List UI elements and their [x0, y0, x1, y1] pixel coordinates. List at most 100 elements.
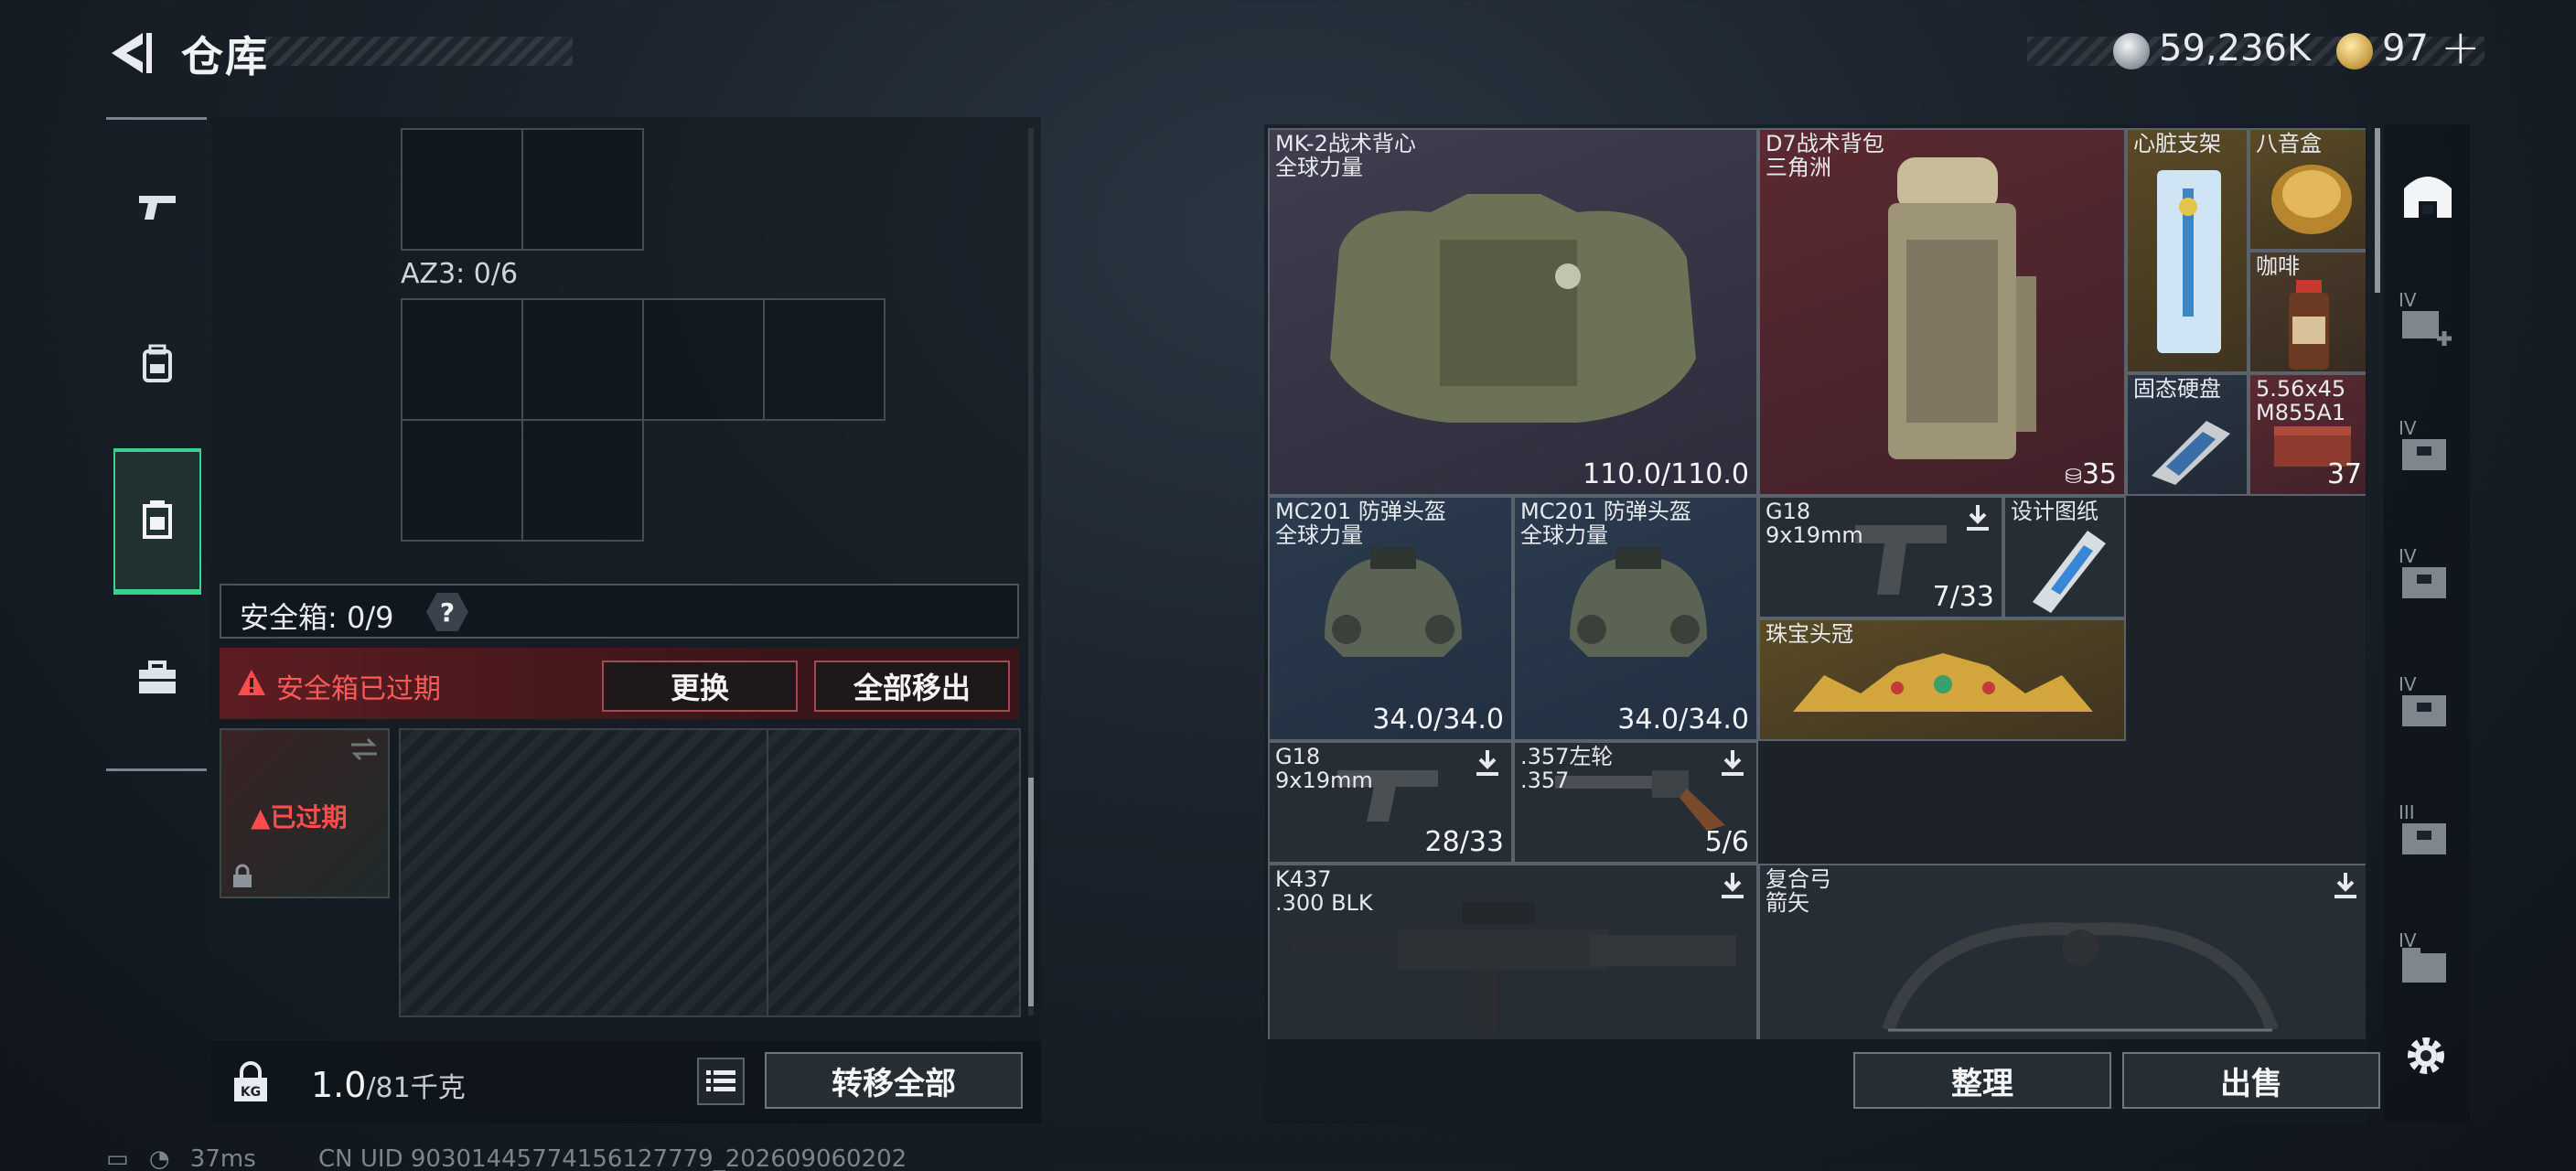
item-sub: 9x19mm: [1275, 768, 1373, 793]
storage-box-icon: [2402, 823, 2446, 854]
storage-tab-5[interactable]: III: [2395, 801, 2461, 867]
item-g18-b[interactable]: G18 9x19mm 28/33: [1268, 741, 1513, 864]
sort-button[interactable]: 整理: [1853, 1052, 2111, 1109]
item-ammo[interactable]: 5.56x45 M855A1 37: [2249, 373, 2366, 496]
storage-tab-2[interactable]: IV: [2395, 417, 2461, 483]
inventory-grid[interactable]: MK-2战术背心 全球力量 110.0/110.0 D7战术背包 三角洲 ⛁35…: [1268, 128, 2366, 1039]
item-revolver[interactable]: .357左轮 .357 5/6: [1513, 741, 1758, 864]
title-stripe: [265, 37, 573, 66]
status-bar: ▭ ◔ 37ms CN UID 903014457741561277​79_20…: [106, 1145, 907, 1171]
weight-value: 1.0: [311, 1065, 367, 1105]
silver-coin-icon: [2113, 33, 2150, 70]
item-k437[interactable]: K437 .300 BLK: [1268, 864, 1758, 1039]
helmet-image: [1325, 547, 1462, 657]
item-coffee[interactable]: 咖啡: [2249, 251, 2366, 373]
grid-cell[interactable]: [521, 298, 644, 421]
storage-tab-1[interactable]: IV: [2395, 289, 2461, 355]
item-durability: 110.0/110.0: [1583, 458, 1749, 490]
item-ammo-count: 7/33: [1932, 581, 1994, 613]
grid-cell[interactable]: [763, 298, 886, 421]
item-crown[interactable]: 珠宝头冠: [1758, 618, 2126, 741]
backpack-image: [1888, 157, 2036, 459]
download-icon[interactable]: [1718, 748, 1747, 778]
safe-box-storage[interactable]: [399, 728, 1021, 1017]
item-name: 咖啡: [2256, 253, 2300, 279]
weight-readout: 1.0/81千克: [311, 1065, 466, 1105]
rail-case-tab[interactable]: [113, 606, 201, 752]
currency-silver: 59,236K: [2159, 27, 2312, 70]
weight-icon: ⛁: [2065, 466, 2082, 489]
expired-warning-text: 安全箱已过期: [276, 673, 441, 705]
download-icon[interactable]: [1718, 871, 1747, 900]
helmet-image: [1570, 547, 1707, 657]
sell-button[interactable]: 出售: [2122, 1052, 2380, 1109]
music-box-image: [2271, 165, 2352, 234]
item-ssd[interactable]: 固态硬盘: [2126, 373, 2249, 496]
currency-gold: 97: [2382, 27, 2429, 70]
item-count-value: 35: [2081, 458, 2117, 490]
item-helmet-2[interactable]: MC201 防弹头盔 全球力量 34.0/34.0: [1513, 496, 1758, 741]
item-sub: 9x19mm: [1766, 522, 1863, 548]
bow-image: [1882, 922, 2279, 1033]
item-name: G18: [1766, 499, 1811, 524]
svg-text:KG: KG: [241, 1085, 261, 1100]
back-arrow-icon[interactable]: [102, 26, 157, 81]
add-currency-button[interactable]: +: [2441, 20, 2481, 75]
item-heart-stand[interactable]: 心脏支架: [2126, 128, 2249, 373]
item-backpack[interactable]: D7战术背包 三角洲 ⛁35: [1758, 128, 2126, 496]
grid-cell[interactable]: [401, 419, 523, 542]
storage-tab-4[interactable]: IV: [2395, 673, 2461, 739]
swap-icon[interactable]: [348, 736, 381, 763]
grid-cell[interactable]: [521, 128, 644, 251]
grid-cell[interactable]: [642, 298, 765, 421]
warehouse-icon[interactable]: [2395, 161, 2461, 227]
grid-cell[interactable]: [401, 128, 523, 251]
blueprint-image: [2033, 531, 2106, 613]
item-blueprint[interactable]: 设计图纸: [2003, 496, 2126, 618]
storage-tab-3[interactable]: IV: [2395, 545, 2461, 611]
crown-image: [1793, 653, 2093, 712]
list-view-button[interactable]: [697, 1058, 745, 1105]
ssd-image: [2152, 421, 2230, 485]
storage-box-icon: [2402, 439, 2446, 470]
rail-container-tab[interactable]: [113, 448, 201, 595]
rail-equipment-tab[interactable]: [113, 291, 201, 437]
replace-button[interactable]: 更换: [602, 661, 798, 712]
download-icon[interactable]: [1963, 503, 1992, 532]
download-icon[interactable]: [1473, 748, 1502, 778]
item-name: MK-2战术背心: [1275, 131, 1416, 156]
transfer-all-button[interactable]: 转移全部: [765, 1052, 1023, 1109]
item-name: D7战术背包: [1766, 131, 1884, 156]
item-name: .357左轮: [1520, 744, 1614, 769]
item-sub: 全球力量: [1275, 522, 1363, 548]
item-count: 37: [2326, 458, 2362, 490]
storage-tab-6[interactable]: IV: [2395, 929, 2461, 995]
item-bow[interactable]: 复合弓 箭矢: [1758, 864, 2366, 1039]
page-title: 仓库: [181, 32, 269, 81]
item-music-box[interactable]: 八音盒: [2249, 128, 2366, 251]
container-scroll-thumb[interactable]: [1028, 778, 1034, 1006]
folder-icon: [2402, 948, 2446, 983]
grid-cell[interactable]: [521, 419, 644, 542]
item-name: 复合弓: [1766, 866, 1831, 892]
download-icon[interactable]: [2331, 871, 2360, 900]
item-helmet-1[interactable]: MC201 防弹头盔 全球力量 34.0/34.0: [1268, 496, 1513, 741]
storage-box-icon: [2402, 695, 2446, 726]
vest-image: [1330, 194, 1696, 423]
item-vest[interactable]: MK-2战术背心 全球力量 110.0/110.0: [1268, 128, 1758, 496]
gear-icon[interactable]: [2400, 1030, 2452, 1081]
storage-box-icon: [2402, 567, 2446, 598]
pistol-icon: [139, 196, 176, 220]
grid-cell[interactable]: [401, 298, 523, 421]
wifi-icon: ◔: [148, 1145, 170, 1171]
rail-weapons-tab[interactable]: [113, 134, 201, 280]
add-storage-icon: [2402, 311, 2452, 346]
item-g18-a[interactable]: G18 9x19mm 7/33: [1758, 496, 2003, 618]
item-name: 设计图纸: [2011, 499, 2098, 524]
uid-text: CN UID 903014457741561277​79_20260906020…: [318, 1145, 907, 1171]
inventory-scroll-thumb[interactable]: [2375, 128, 2380, 293]
weight-max: /81千克: [366, 1072, 466, 1104]
item-sub: 全球力量: [1520, 522, 1608, 548]
remove-all-button[interactable]: 全部移出: [814, 661, 1010, 712]
battery-icon: ▭: [106, 1145, 129, 1171]
